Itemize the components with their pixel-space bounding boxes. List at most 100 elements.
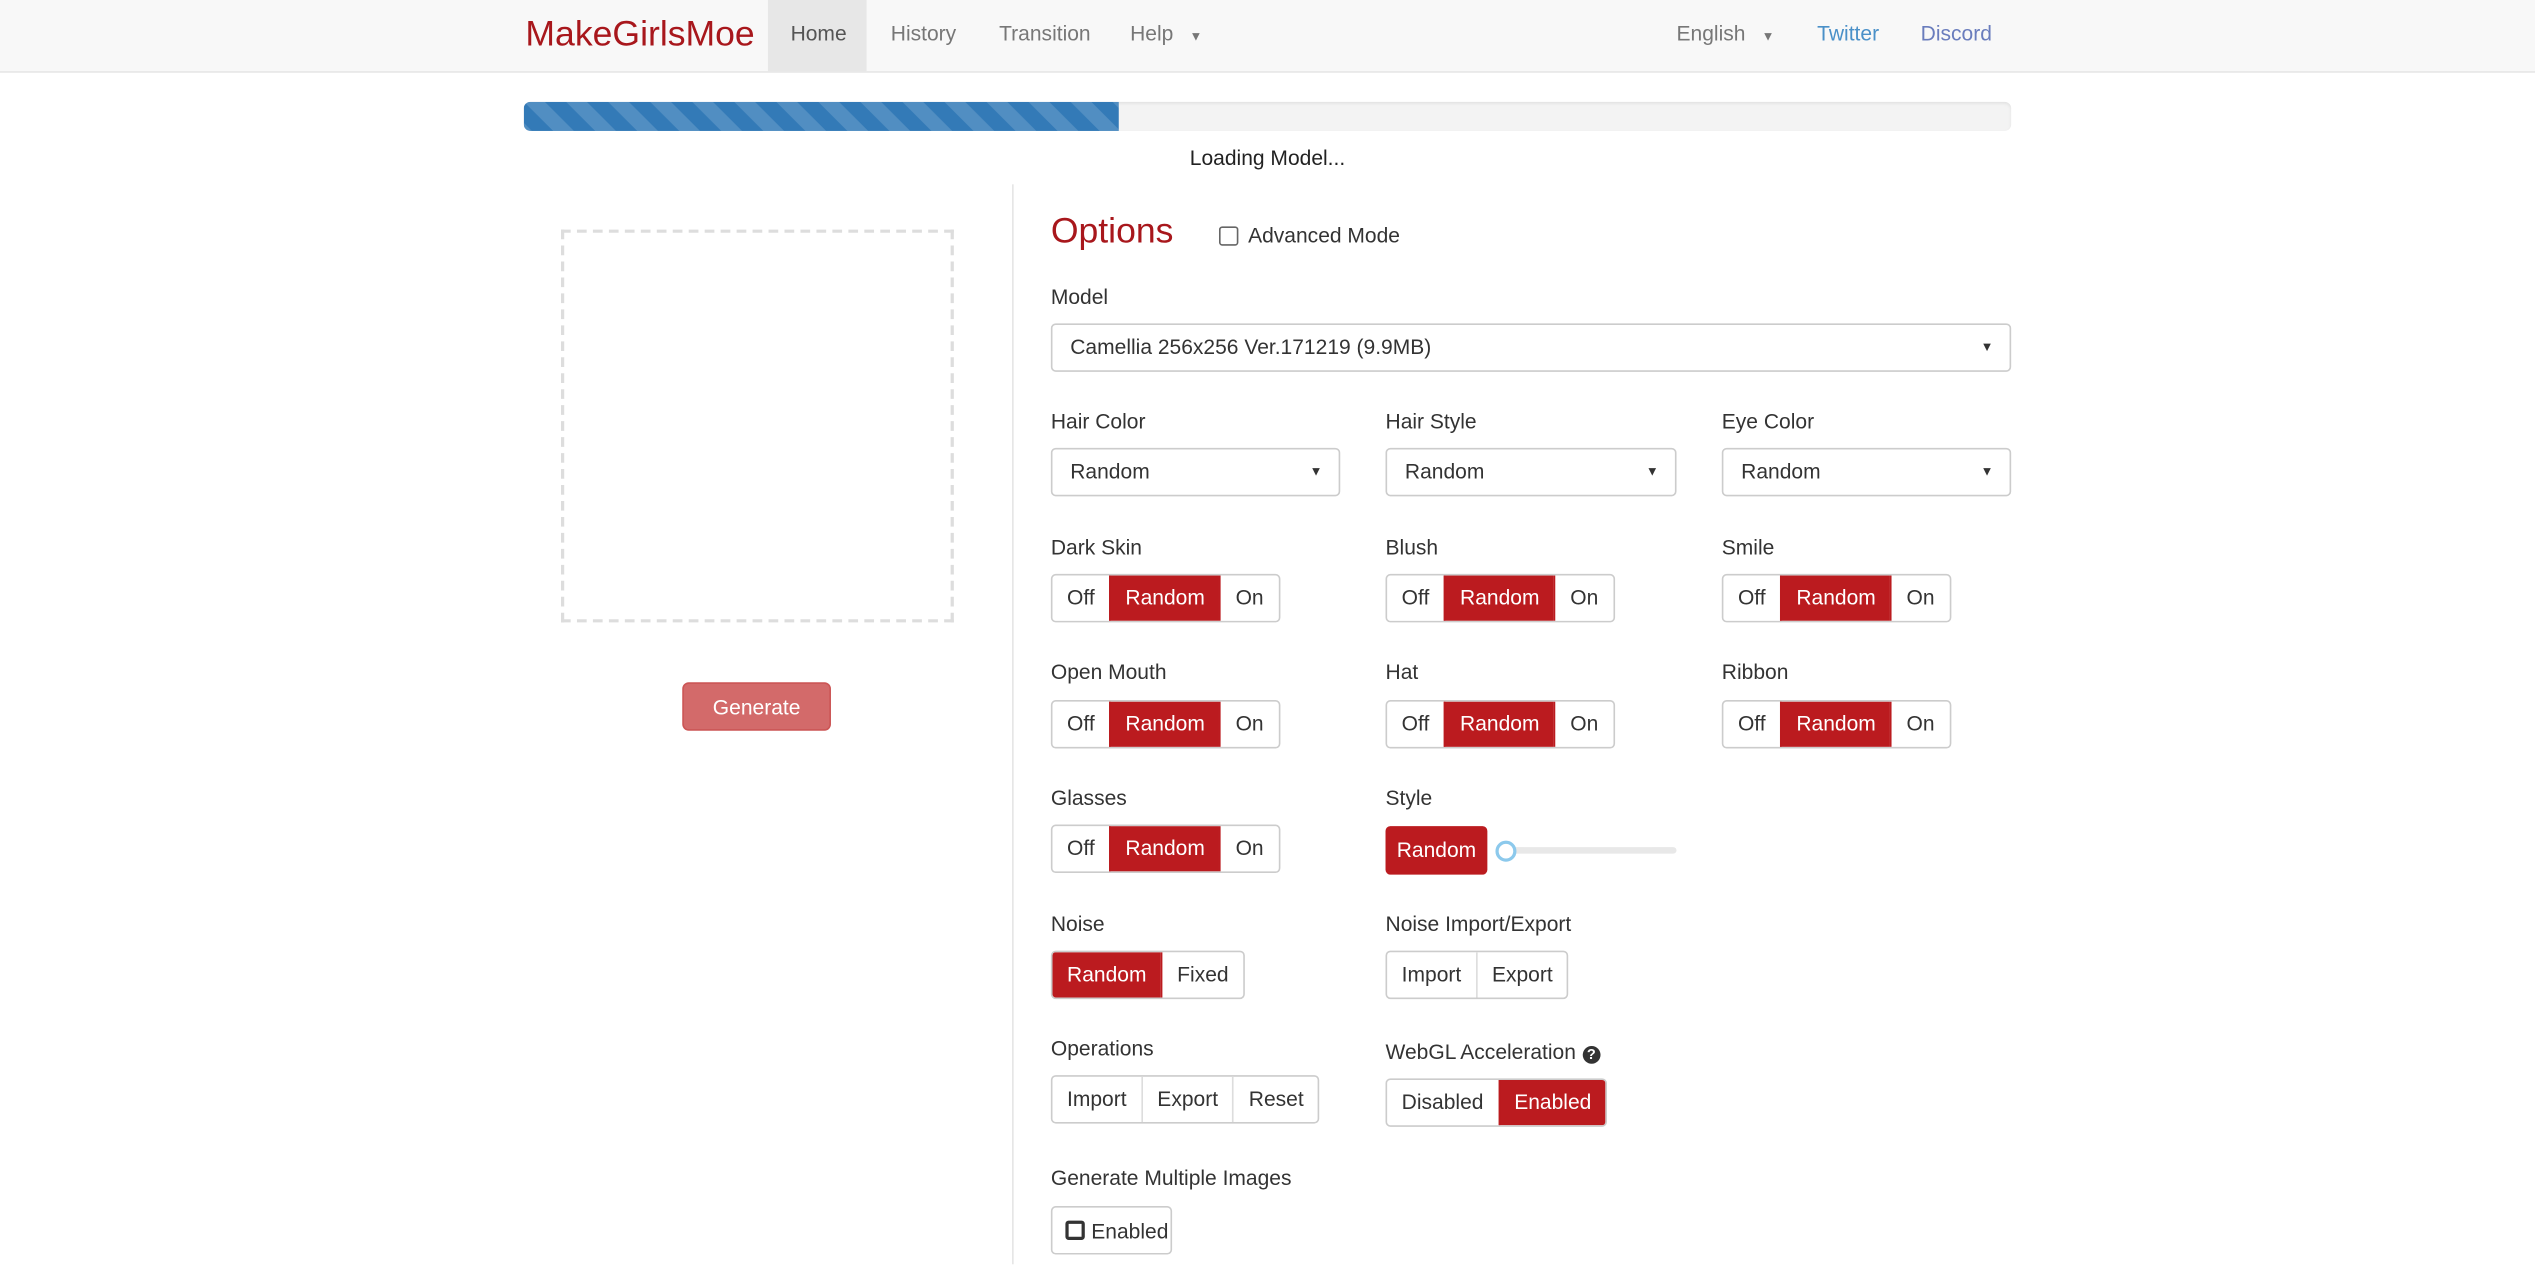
off-button[interactable]: Off <box>1387 702 1444 747</box>
webgl-label-text: WebGL Acceleration <box>1385 1039 1576 1064</box>
hat-label: Hat <box>1385 659 1419 684</box>
model-value: Camellia 256x256 Ver.171219 (9.9MB) <box>1070 334 1432 359</box>
on-button[interactable]: On <box>1890 575 1949 621</box>
brand-logo[interactable]: MakeGirlsMoe <box>525 13 754 55</box>
nav-help[interactable]: Help ▼ <box>1107 0 1224 71</box>
caret-down-icon: ▼ <box>1309 463 1323 479</box>
random-button[interactable]: Random <box>1109 575 1220 621</box>
loading-status: Loading Model... <box>1189 145 1346 170</box>
noise-fixed-button[interactable]: Fixed <box>1161 952 1243 998</box>
webgl-toggle: Disabled Enabled <box>1385 1078 1608 1127</box>
caret-down-icon: ▼ <box>1980 463 1994 479</box>
loading-progress <box>523 101 2012 131</box>
random-button[interactable]: Random <box>1780 701 1891 747</box>
random-button[interactable]: Random <box>1109 826 1220 872</box>
noise-import-button[interactable]: Import <box>1387 952 1476 997</box>
eye-color-select[interactable]: Random ▼ <box>1721 447 2012 497</box>
style-random-button[interactable]: Random <box>1385 826 1488 875</box>
glasses-label: Glasses <box>1050 785 1127 810</box>
column-divider <box>1012 184 1014 1265</box>
multi-images-label: Generate Multiple Images <box>1050 1165 1292 1190</box>
eye-color-value: Random <box>1741 459 1821 484</box>
hair-style-label: Hair Style <box>1385 409 1477 434</box>
noise-io-label: Noise Import/Export <box>1385 911 1572 937</box>
nav-home[interactable]: Home <box>767 0 867 72</box>
caret-down-icon: ▼ <box>1761 29 1775 44</box>
open-mouth-toggle: Off Random On <box>1050 700 1280 749</box>
operations-reset-button[interactable]: Reset <box>1232 1076 1319 1122</box>
random-button[interactable]: Random <box>1443 575 1555 621</box>
operations-export-button[interactable]: Export <box>1141 1076 1232 1122</box>
random-button[interactable]: Random <box>1109 701 1220 747</box>
on-button[interactable]: On <box>1219 701 1278 747</box>
operations-label: Operations <box>1050 1036 1154 1061</box>
discord-link[interactable]: Discord <box>1898 0 2015 71</box>
options-title: Options <box>1050 210 1174 251</box>
caret-down-icon: ▼ <box>1980 339 1994 355</box>
off-button[interactable]: Off <box>1723 576 1780 621</box>
on-button[interactable]: On <box>1554 701 1613 747</box>
multi-enabled-label: Enabled <box>1091 1218 1169 1243</box>
question-circle-icon[interactable]: ? <box>1582 1046 1601 1064</box>
noise-toggle: Random Fixed <box>1050 950 1245 1000</box>
advanced-mode-checkbox[interactable]: Advanced Mode <box>1218 223 1400 248</box>
hat-toggle: Off Random On <box>1385 700 1615 749</box>
nav-help-label: Help <box>1130 21 1174 46</box>
on-button[interactable]: On <box>1219 575 1278 621</box>
noise-label: Noise <box>1050 911 1105 937</box>
style-slider-track[interactable] <box>1503 847 1677 854</box>
model-label: Model <box>1050 284 1109 309</box>
webgl-label: WebGL Acceleration? <box>1386 1040 1601 1064</box>
nav-history[interactable]: History <box>868 0 979 71</box>
twitter-link[interactable]: Twitter <box>1795 0 1902 71</box>
hair-color-value: Random <box>1070 459 1150 484</box>
random-button[interactable]: Random <box>1780 575 1891 621</box>
nav-transition[interactable]: Transition <box>976 0 1113 71</box>
navbar: MakeGirlsMoe Home History Transition Hel… <box>0 0 2535 73</box>
multi-images-toggle[interactable]: Enabled <box>1050 1206 1173 1255</box>
dark-skin-toggle: Off Random On <box>1050 573 1280 623</box>
model-select[interactable]: Camellia 256x256 Ver.171219 (9.9MB) ▼ <box>1050 323 2012 372</box>
advanced-mode-label: Advanced Mode <box>1248 223 1400 248</box>
operations-group: Import Export Reset <box>1050 1075 1320 1124</box>
style-label: Style <box>1385 785 1433 810</box>
page: MakeGirlsMoe Home History Transition Hel… <box>0 0 2535 1265</box>
checkbox-icon[interactable] <box>1218 225 1239 245</box>
generate-button[interactable]: Generate <box>682 682 831 731</box>
off-button[interactable]: Off <box>1387 576 1444 621</box>
random-button[interactable]: Random <box>1443 701 1555 747</box>
operations-import-button[interactable]: Import <box>1052 1077 1141 1122</box>
dark-skin-label: Dark Skin <box>1050 535 1142 560</box>
webgl-enabled-button[interactable]: Enabled <box>1498 1079 1606 1126</box>
off-button[interactable]: Off <box>1052 576 1109 621</box>
blush-label: Blush <box>1385 535 1439 560</box>
off-button[interactable]: Off <box>1052 826 1109 871</box>
on-button[interactable]: On <box>1554 575 1613 621</box>
noise-export-button[interactable]: Export <box>1475 952 1567 998</box>
eye-color-label: Eye Color <box>1721 409 1815 434</box>
noise-random-button[interactable]: Random <box>1052 952 1162 998</box>
hair-color-label: Hair Color <box>1050 409 1146 434</box>
language-label: English <box>1676 21 1746 46</box>
progress-bar-fill <box>523 101 1119 131</box>
webgl-disabled-button[interactable]: Disabled <box>1387 1080 1498 1125</box>
checkbox-icon <box>1065 1220 1085 1241</box>
hair-style-select[interactable]: Random ▼ <box>1385 447 1677 497</box>
hair-color-select[interactable]: Random ▼ <box>1050 447 1341 497</box>
glasses-toggle: Off Random On <box>1050 824 1280 874</box>
open-mouth-label: Open Mouth <box>1050 659 1167 684</box>
on-button[interactable]: On <box>1219 826 1278 872</box>
caret-down-icon: ▼ <box>1645 463 1659 479</box>
caret-down-icon: ▼ <box>1189 29 1203 44</box>
style-slider-handle[interactable] <box>1495 840 1517 862</box>
off-button[interactable]: Off <box>1723 702 1780 747</box>
blush-toggle: Off Random On <box>1385 573 1615 623</box>
language-dropdown[interactable]: English ▼ <box>1654 0 1797 71</box>
off-button[interactable]: Off <box>1052 702 1109 747</box>
on-button[interactable]: On <box>1890 701 1949 747</box>
hair-style-value: Random <box>1404 459 1485 484</box>
generated-image-placeholder <box>560 229 954 623</box>
smile-toggle: Off Random On <box>1721 573 1951 623</box>
smile-label: Smile <box>1721 535 1775 560</box>
ribbon-toggle: Off Random On <box>1721 700 1951 749</box>
